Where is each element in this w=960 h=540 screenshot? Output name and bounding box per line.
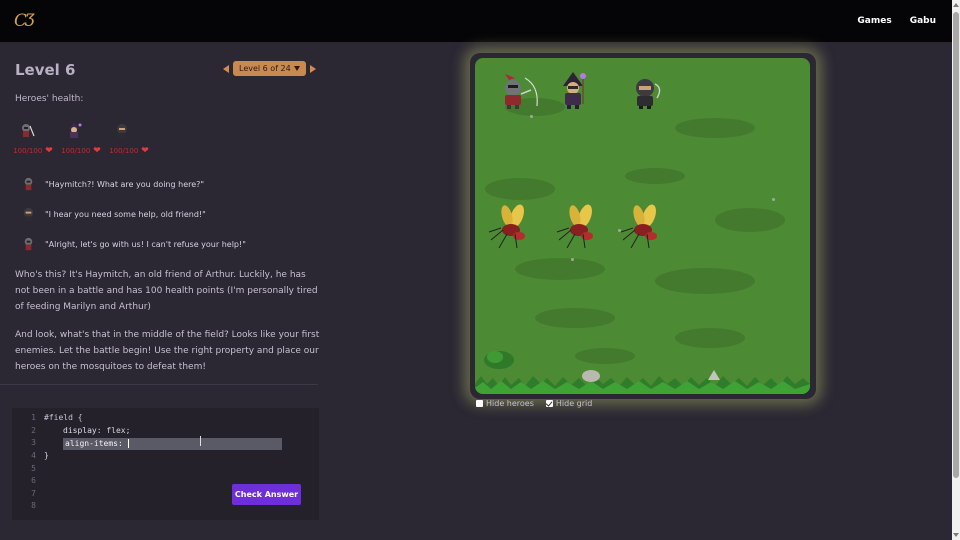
check-answer-button[interactable]: Check Answer bbox=[232, 484, 301, 505]
hero-health-arthur: 100/100 ❤ bbox=[109, 122, 149, 156]
hide-heroes-checkbox[interactable] bbox=[476, 400, 483, 407]
code-line: 4} bbox=[31, 451, 49, 460]
scroll-down-arrow-icon[interactable] bbox=[953, 533, 959, 537]
rock-icon bbox=[708, 370, 720, 380]
knight-hero-icon bbox=[24, 237, 33, 251]
mosquito-enemy-icon bbox=[620, 204, 657, 249]
level-title: Level 6 bbox=[15, 61, 76, 79]
mage-hero-icon bbox=[69, 122, 82, 138]
answer-input[interactable]: align-items: bbox=[65, 439, 129, 448]
code-line: 5 bbox=[31, 464, 36, 473]
rock-icon bbox=[582, 370, 600, 382]
scroll-up-arrow-icon[interactable] bbox=[953, 3, 959, 7]
code-line: 1 #field { bbox=[31, 413, 83, 422]
dialog-line: "I hear you need some help, old friend!" bbox=[20, 206, 206, 223]
grass-patch bbox=[715, 208, 785, 232]
pebble bbox=[571, 258, 574, 261]
code-line: 2 display: flex; bbox=[31, 426, 131, 435]
hero-health-haymitch: 100/100 ❤ bbox=[13, 122, 53, 156]
level-navigation: Level 6 of 24 bbox=[223, 61, 316, 76]
rogue-hero-sprite-icon bbox=[636, 79, 661, 109]
code-line: 8 bbox=[31, 501, 36, 510]
hide-heroes-option[interactable]: Hide heroes bbox=[476, 399, 534, 408]
hide-grid-checkbox[interactable] bbox=[545, 400, 553, 407]
text-caret bbox=[127, 439, 129, 448]
divider bbox=[0, 384, 318, 385]
heart-icon: ❤ bbox=[45, 146, 53, 156]
text-cursor-icon bbox=[200, 436, 201, 446]
hero-hp: 100/100 ❤ bbox=[61, 146, 101, 156]
knight-hero-icon bbox=[22, 124, 35, 137]
bush-icon bbox=[484, 351, 514, 369]
top-navbar: CƷ Games Gabu bbox=[0, 0, 952, 42]
grass-patch bbox=[625, 168, 685, 184]
grass-patch bbox=[485, 178, 555, 200]
grass-patch bbox=[655, 268, 755, 294]
code-line: 6 bbox=[31, 476, 36, 485]
mage-hero-sprite-icon bbox=[563, 72, 586, 109]
level-select-dropdown[interactable]: Level 6 of 24 bbox=[233, 61, 306, 76]
field-options: Hide heroes Hide grid bbox=[476, 399, 592, 408]
pebble bbox=[530, 115, 533, 118]
dialog-line: "Alright, let's go with us! I can't refu… bbox=[20, 236, 246, 253]
instructions-panel: Level 6 Level 6 of 24 Heroes' health: 10… bbox=[0, 42, 320, 540]
grass-patch bbox=[575, 348, 635, 364]
mosquito-enemy-icon bbox=[488, 204, 525, 249]
knight-hero-icon bbox=[24, 177, 33, 191]
caret-down-icon bbox=[293, 66, 300, 71]
page-scrollbar[interactable] bbox=[952, 0, 960, 540]
next-level-arrow-icon[interactable] bbox=[309, 64, 316, 73]
story-paragraph: And look, what's that in the middle of t… bbox=[15, 330, 320, 372]
hero-hp: 100/100 ❤ bbox=[109, 146, 149, 156]
grass-patch bbox=[675, 328, 745, 348]
hero-hp: 100/100 ❤ bbox=[13, 146, 53, 156]
nav-user-link[interactable]: Gabu bbox=[910, 16, 936, 26]
battle-field bbox=[475, 58, 810, 394]
heart-icon: ❤ bbox=[141, 146, 149, 156]
hide-grid-option[interactable]: Hide grid bbox=[545, 399, 592, 408]
heart-icon: ❤ bbox=[93, 146, 101, 156]
grass-patch bbox=[515, 258, 605, 280]
mosquito-enemy-icon bbox=[556, 204, 593, 249]
heroes-health-label: Heroes' health: bbox=[15, 94, 84, 104]
heroes-health-list: 100/100 ❤ 100/100 ❤ 100/100 ❤ bbox=[13, 122, 149, 156]
nav-links: Games Gabu bbox=[857, 16, 936, 26]
grass-patch bbox=[675, 118, 755, 138]
pebble bbox=[772, 198, 775, 201]
dialog-line: "Haymitch?! What are you doing here?" bbox=[20, 176, 204, 193]
rogue-hero-icon bbox=[117, 124, 127, 138]
hero-health-marilyn: 100/100 ❤ bbox=[61, 122, 101, 156]
grass-patch bbox=[535, 308, 615, 328]
logo[interactable]: CƷ bbox=[14, 11, 35, 31]
code-line: 3 bbox=[31, 438, 36, 447]
code-line: 7 bbox=[31, 489, 36, 498]
nav-games-link[interactable]: Games bbox=[857, 16, 891, 26]
rogue-hero-icon bbox=[23, 207, 34, 222]
level-select-label: Level 6 of 24 bbox=[239, 64, 291, 73]
previous-level-arrow-icon[interactable] bbox=[223, 64, 229, 73]
knight-hero-sprite-icon bbox=[505, 74, 538, 109]
scroll-thumb[interactable] bbox=[953, 12, 959, 478]
story-paragraph: Who's this? It's Haymitch, an old friend… bbox=[15, 270, 318, 312]
css-code-editor[interactable]: 1 #field { 2 display: flex; 3 align-items:… bbox=[12, 408, 319, 520]
grass-border bbox=[475, 376, 810, 394]
